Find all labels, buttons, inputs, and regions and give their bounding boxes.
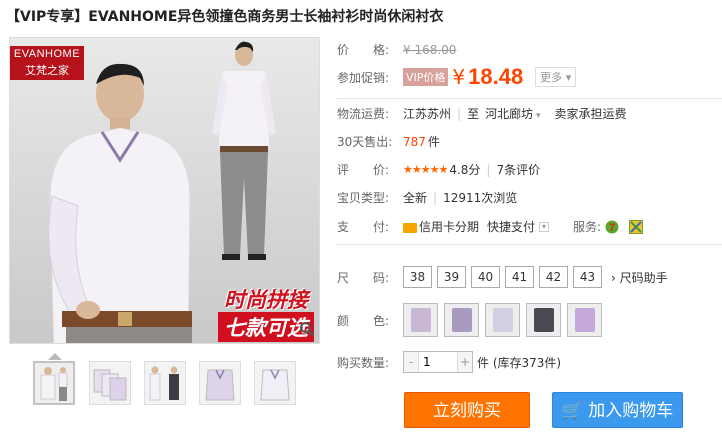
- thumb-3-image: [149, 366, 179, 401]
- original-price: ¥ 168.00: [403, 42, 457, 57]
- increase-button[interactable]: +: [458, 352, 472, 372]
- promo-overlay: 时尚拼接 七款可选: [168, 284, 318, 342]
- main-product-image[interactable]: EVANHOME 艾梵之家 时尚拼接 七款可选: [9, 37, 320, 344]
- payment-dropdown-icon[interactable]: ▾: [539, 221, 550, 232]
- size-label: 尺 码:: [337, 270, 390, 285]
- rating-score: 4.8分: [449, 163, 481, 177]
- review-count-link[interactable]: 7条评价: [496, 161, 540, 178]
- separator: |: [457, 106, 462, 121]
- star-rating-icon: ★★★★★: [403, 163, 448, 176]
- thumbnail-1[interactable]: [33, 353, 75, 405]
- decrease-button[interactable]: -: [404, 352, 418, 372]
- magnifier-icon[interactable]: [299, 321, 315, 337]
- shirt-thumbnail: [575, 308, 595, 332]
- thumb-5-image: [260, 369, 290, 401]
- svg-text:7: 7: [609, 222, 615, 234]
- color-swatch-2[interactable]: [444, 303, 479, 337]
- shirt-thumbnail: [411, 308, 431, 332]
- separator: |: [433, 190, 438, 205]
- shipping-row: 物流运费: 江苏苏州 | 至 河北廊坊 ▾ 卖家承担运费: [337, 105, 627, 122]
- color-row: 颜 色:: [337, 303, 608, 337]
- ship-to-select[interactable]: 河北廊坊 ▾: [485, 105, 540, 122]
- add-to-cart-label: 加入购物车: [588, 401, 674, 421]
- more-label: 更多: [540, 71, 563, 84]
- chevron-down-icon: ▾: [565, 71, 572, 84]
- ship-from: 江苏苏州: [403, 107, 452, 121]
- size-option-40[interactable]: 40: [471, 266, 500, 288]
- size-option-42[interactable]: 42: [539, 266, 568, 288]
- size-row: 尺 码: 38 39 40 41 42 43 › 尺码助手: [337, 266, 668, 288]
- price-row: 价 格: ¥ 168.00: [337, 41, 456, 58]
- size-helper-link[interactable]: › 尺码助手: [611, 269, 668, 286]
- thumb-1-image: [40, 367, 68, 401]
- sales-count: 787: [403, 134, 426, 149]
- view-count: 12911次浏览: [443, 191, 518, 205]
- quantity-row: 购买数量: - + 件 (库存373件): [337, 351, 561, 373]
- chevron-right-icon: ›: [611, 270, 616, 285]
- quantity-label: 购买数量:: [337, 355, 390, 370]
- quantity-input[interactable]: [418, 352, 458, 372]
- promo-price: 18.48: [468, 64, 524, 89]
- cart-icon: 🛒: [561, 401, 583, 421]
- guarantee-icon[interactable]: [629, 219, 644, 234]
- stock-info: 件 (库存373件): [477, 355, 562, 370]
- color-swatch-1[interactable]: [403, 303, 438, 337]
- separator: |: [486, 162, 491, 177]
- payment-row: 支 付: 信用卡分期 快捷支付 ▾ 服务: 7: [337, 218, 644, 235]
- shirt-thumbnail: [452, 308, 472, 332]
- price-label: 价 格:: [337, 43, 390, 57]
- size-option-43[interactable]: 43: [573, 266, 602, 288]
- thumbnail-3[interactable]: [144, 361, 186, 405]
- more-promos-button[interactable]: 更多 ▾: [535, 67, 577, 87]
- payment-method-quick[interactable]: 快捷支付: [487, 218, 535, 235]
- sales-row: 30天售出: 787 件: [337, 133, 440, 150]
- item-type-row: 宝贝类型: 全新 | 12911次浏览: [337, 189, 517, 206]
- payment-method-installment[interactable]: 信用卡分期: [419, 218, 479, 235]
- thumbnail-2[interactable]: [89, 361, 131, 405]
- shirt-thumbnail: [534, 308, 554, 332]
- shipping-fee: 卖家承担运费: [554, 107, 627, 121]
- credit-card-icon: [403, 222, 417, 233]
- service-label: 服务:: [573, 220, 602, 234]
- payment-label: 支 付:: [337, 220, 390, 234]
- quantity-stepper: - +: [403, 351, 473, 373]
- size-option-41[interactable]: 41: [505, 266, 534, 288]
- color-label: 颜 色:: [337, 313, 390, 328]
- rating-label: 评 价:: [337, 163, 390, 177]
- currency-symbol: ¥: [452, 65, 466, 89]
- shipping-label: 物流运费:: [337, 107, 390, 121]
- divider: [337, 244, 722, 245]
- buy-now-button[interactable]: 立刻购买: [404, 392, 530, 428]
- thumbnail-5[interactable]: [254, 361, 296, 405]
- add-to-cart-button[interactable]: 🛒 加入购物车: [552, 392, 683, 428]
- rating-row: 评 价: ★★★★★ 4.8分 | 7条评价: [337, 161, 540, 178]
- active-thumb-arrow: [48, 353, 62, 360]
- shirt-thumbnail: [493, 308, 513, 332]
- chevron-down-icon: ▾: [533, 111, 541, 121]
- color-swatch-3[interactable]: [485, 303, 520, 337]
- thumb-2-image: [93, 369, 127, 401]
- divider: [337, 98, 722, 99]
- sales-unit: 件: [427, 135, 440, 149]
- promo-price-row: 参加促销: VIP价格 ¥ 18.48 更多 ▾: [337, 64, 577, 90]
- size-helper-label: 尺码助手: [619, 270, 668, 285]
- product-title: 【VIP专享】EVANHOME异色领撞色商务男士长袖衬衫时尚休闲衬衣: [6, 9, 444, 25]
- thumbnail-4[interactable]: [199, 361, 241, 405]
- size-option-39[interactable]: 39: [437, 266, 466, 288]
- promo-text-line1: 时尚拼接: [224, 288, 308, 312]
- sales-label: 30天售出:: [337, 135, 393, 149]
- color-swatch-5[interactable]: [567, 303, 602, 337]
- promo-label: 参加促销:: [337, 70, 390, 85]
- vip-badge: VIP价格: [403, 68, 449, 86]
- color-swatch-4[interactable]: [526, 303, 561, 337]
- ship-to: 河北廊坊: [485, 107, 534, 121]
- thumb-4-image: [205, 369, 235, 401]
- item-type-label: 宝贝类型:: [337, 191, 390, 205]
- seven-day-return-icon[interactable]: 7: [605, 220, 619, 234]
- ship-to-prefix: 至: [467, 107, 480, 121]
- item-condition: 全新: [403, 191, 428, 205]
- size-option-38[interactable]: 38: [403, 266, 432, 288]
- model-photo-full: [212, 41, 276, 260]
